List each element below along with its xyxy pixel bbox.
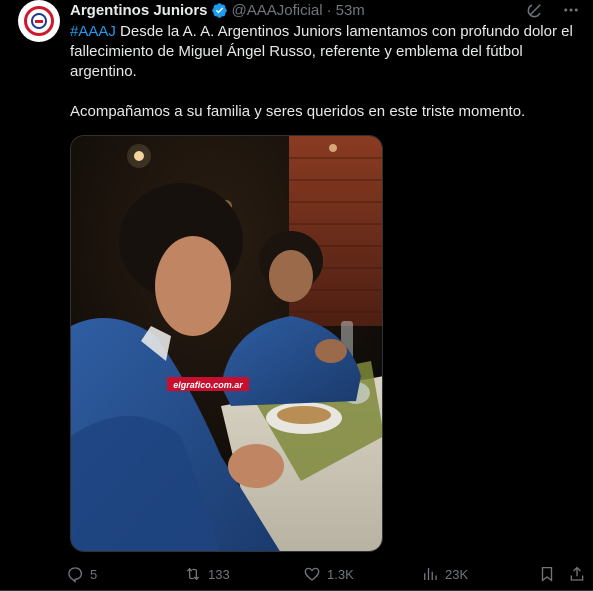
retweet-button[interactable]: 133 xyxy=(184,562,230,586)
tweet-top-icons xyxy=(525,0,581,20)
tweet-text: #AAAJ Desde la A. A. Argentinos Juniors … xyxy=(70,22,582,122)
share-icon xyxy=(570,566,584,581)
tweet-actions: 5 133 1.3K 23K xyxy=(66,562,590,586)
more-dots-icon[interactable] xyxy=(561,0,581,20)
share-button[interactable] xyxy=(568,562,586,586)
reply-count: 5 xyxy=(90,566,98,582)
verified-badge-icon xyxy=(211,2,227,18)
author-name[interactable]: Argentinos Juniors xyxy=(70,2,208,19)
avatar[interactable] xyxy=(18,0,60,42)
tweet-photo-image: elgrafico.com.ar xyxy=(71,136,382,551)
views-button[interactable]: 23K xyxy=(421,562,468,586)
reply-button[interactable]: 5 xyxy=(66,562,97,586)
views-chart-icon xyxy=(424,568,437,580)
like-count: 1.3K xyxy=(327,566,354,582)
tweet-card[interactable]: Argentinos Juniors @AAAJoficial · 53m #A… xyxy=(0,0,593,591)
bookmark-icon xyxy=(541,566,553,582)
tweet-paragraph-1-text: Desde la A. A. Argentinos Juniors lament… xyxy=(70,23,573,80)
reply-icon xyxy=(68,567,83,583)
tweet-photo[interactable]: elgrafico.com.ar xyxy=(70,135,383,552)
timestamp[interactable]: 53m xyxy=(336,2,365,19)
tweet-paragraph-2: Acompañamos a su familia y seres querido… xyxy=(70,103,526,120)
heart-icon xyxy=(304,567,320,581)
grok-icon[interactable] xyxy=(525,0,545,20)
retweet-count: 133 xyxy=(208,566,230,582)
hashtag-link[interactable]: #AAAJ xyxy=(70,23,116,40)
tweet-header: Argentinos Juniors @AAAJoficial · 53m xyxy=(70,0,365,20)
views-count: 23K xyxy=(445,566,469,582)
tweet-paragraph-1: #AAAJ Desde la A. A. Argentinos Juniors … xyxy=(70,22,582,82)
club-crest-icon xyxy=(24,6,54,36)
separator: · xyxy=(326,1,332,19)
bookmark-button[interactable] xyxy=(538,562,556,586)
photo-watermark: elgrafico.com.ar xyxy=(173,380,243,390)
like-button[interactable]: 1.3K xyxy=(303,562,354,586)
retweet-icon xyxy=(186,567,200,581)
author-handle[interactable]: @AAAJoficial xyxy=(232,2,323,19)
